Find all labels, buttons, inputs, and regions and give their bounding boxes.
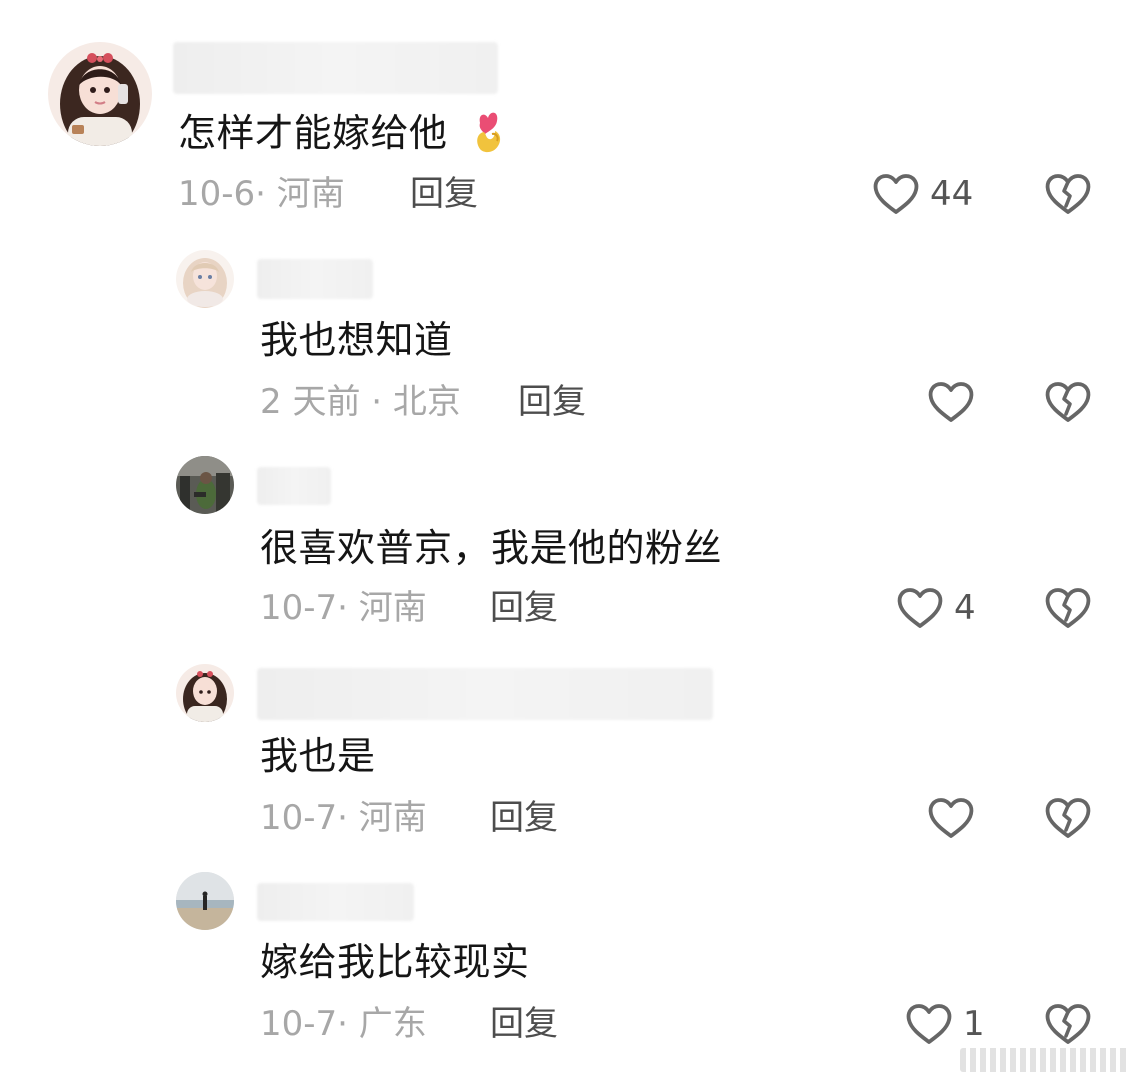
comment-item: 很喜欢普京，我是他的粉丝 10-7· 河南 回复 4 <box>0 452 1140 652</box>
like-button[interactable] <box>927 378 985 426</box>
dislike-button[interactable] <box>1044 172 1092 220</box>
dislike-button[interactable] <box>1044 586 1092 634</box>
heart-outline-icon <box>927 380 975 424</box>
comment-time-location: 10-7· 广东 <box>260 1004 427 1044</box>
comment-meta: 10-7· 河南 <box>260 584 427 632</box>
reply-button[interactable]: 回复 <box>490 584 558 632</box>
comment-text: 怎样才能嫁给他 <box>178 106 508 165</box>
watermark <box>960 1048 1130 1072</box>
comment-text: 我也是 <box>260 734 376 778</box>
username-blurred <box>257 467 331 505</box>
heart-outline-icon <box>905 1002 953 1046</box>
comment-item: 嫁给我比较现实 10-7· 广东 回复 1 <box>0 868 1140 1068</box>
broken-heart-icon <box>1044 172 1092 216</box>
avatar[interactable] <box>176 872 234 930</box>
like-button[interactable] <box>927 794 985 842</box>
comment-text-content: 怎样才能嫁给他 <box>178 111 448 155</box>
broken-heart-icon <box>1044 1002 1092 1046</box>
heart-outline-icon <box>896 586 944 630</box>
avatar-image <box>176 456 234 514</box>
comment-time-location: 10-7· 河南 <box>260 588 427 628</box>
broken-heart-icon <box>1044 796 1092 840</box>
like-button[interactable]: 4 <box>896 584 976 632</box>
like-count: 4 <box>954 588 976 628</box>
avatar[interactable] <box>48 42 152 146</box>
reply-button[interactable]: 回复 <box>518 378 586 426</box>
reply-button[interactable]: 回复 <box>490 1000 558 1048</box>
avatar[interactable] <box>176 250 234 308</box>
dislike-button[interactable] <box>1044 380 1092 428</box>
comment-meta: 2 天前 · 北京 <box>260 378 461 426</box>
comment-time-location: 2 天前 · 北京 <box>260 382 461 422</box>
heart-outline-icon <box>872 172 920 216</box>
comment-item: 怎样才能嫁给他 10-6· 河南 回复 44 <box>0 40 1140 240</box>
username-blurred <box>257 668 713 720</box>
username-blurred <box>173 42 498 94</box>
username-blurred <box>257 883 414 921</box>
reply-button[interactable]: 回复 <box>490 794 558 842</box>
comment-meta: 10-7· 河南 <box>260 794 427 842</box>
avatar[interactable] <box>176 664 234 722</box>
broken-heart-icon <box>1044 380 1092 424</box>
comment-time-location: 10-7· 河南 <box>260 798 427 838</box>
heart-outline-icon <box>927 796 975 840</box>
comment-meta: 10-6· 河南 <box>178 170 345 218</box>
dislike-button[interactable] <box>1044 1002 1092 1050</box>
finger-heart-icon <box>468 106 508 165</box>
avatar-image <box>176 664 234 722</box>
dislike-button[interactable] <box>1044 796 1092 844</box>
avatar[interactable] <box>176 456 234 514</box>
like-count: 1 <box>963 1004 985 1044</box>
comment-meta: 10-7· 广东 <box>260 1000 427 1048</box>
avatar-image <box>176 250 234 308</box>
comment-text: 嫁给我比较现实 <box>260 940 530 984</box>
broken-heart-icon <box>1044 586 1092 630</box>
avatar-image <box>48 42 152 146</box>
comment-time-location: 10-6· 河南 <box>178 174 345 214</box>
like-count: 44 <box>930 174 974 214</box>
comment-text: 我也想知道 <box>260 318 453 362</box>
like-button[interactable]: 1 <box>905 1000 985 1048</box>
username-blurred <box>257 259 373 299</box>
reply-button[interactable]: 回复 <box>410 170 478 218</box>
like-button[interactable]: 44 <box>872 170 973 218</box>
comment-item: 我也想知道 2 天前 · 北京 回复 <box>0 246 1140 446</box>
comment-text: 很喜欢普京，我是他的粉丝 <box>260 526 723 570</box>
comment-item: 我也是 10-7· 河南 回复 <box>0 660 1140 860</box>
avatar-image <box>176 872 234 930</box>
